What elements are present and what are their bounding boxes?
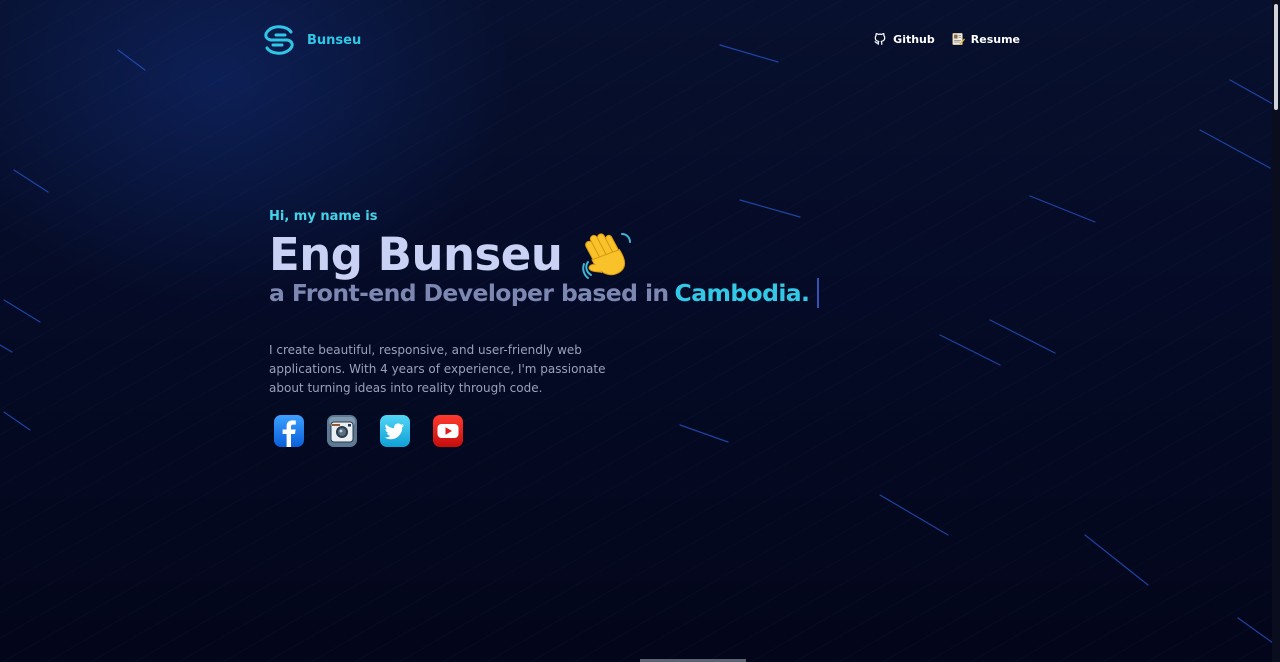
social-links bbox=[273, 414, 464, 448]
top-nav: Github Resume bbox=[873, 32, 1020, 46]
facebook-link[interactable] bbox=[273, 414, 305, 448]
hero-tagline: a Front-end Developer based in Cambodia. bbox=[269, 278, 820, 308]
resume-icon bbox=[952, 32, 965, 46]
nav-github-link[interactable]: Github bbox=[873, 32, 935, 46]
twitter-icon bbox=[380, 415, 410, 447]
brand-name: Bunseu bbox=[307, 32, 362, 48]
hero-country: Cambodia. bbox=[674, 279, 810, 307]
portfolio-page: Bunseu Github Resume Hi, my name is Eng … bbox=[0, 0, 1280, 662]
instagram-link[interactable] bbox=[326, 414, 358, 448]
instagram-icon bbox=[327, 415, 357, 447]
nav-github-label: Github bbox=[893, 32, 935, 46]
nav-resume-label: Resume bbox=[970, 32, 1020, 46]
facebook-icon bbox=[274, 415, 304, 447]
twitter-link[interactable] bbox=[379, 414, 411, 448]
brand-link[interactable]: Bunseu bbox=[261, 24, 361, 56]
waving-hand-icon bbox=[582, 233, 632, 279]
hero-name: Eng Bunseu bbox=[269, 228, 563, 281]
github-icon bbox=[874, 33, 886, 45]
hero-greeting: Hi, my name is bbox=[269, 209, 378, 224]
vertical-scrollbar[interactable] bbox=[1272, 0, 1280, 662]
youtube-icon bbox=[433, 415, 463, 447]
brand-logo-icon bbox=[264, 25, 294, 55]
hero-tagline-text: a Front-end Developer based in bbox=[269, 279, 669, 307]
background-streaks bbox=[0, 44, 1280, 649]
typing-cursor bbox=[817, 278, 820, 308]
background-stripes bbox=[0, 0, 1280, 662]
hero-bio: I create beautiful, responsive, and user… bbox=[269, 343, 606, 395]
hero-name-row: Eng Bunseu bbox=[269, 228, 634, 282]
nav-resume-link[interactable]: Resume bbox=[951, 32, 1020, 46]
youtube-link[interactable] bbox=[432, 414, 464, 448]
scrollbar-thumb[interactable] bbox=[1274, 4, 1278, 110]
